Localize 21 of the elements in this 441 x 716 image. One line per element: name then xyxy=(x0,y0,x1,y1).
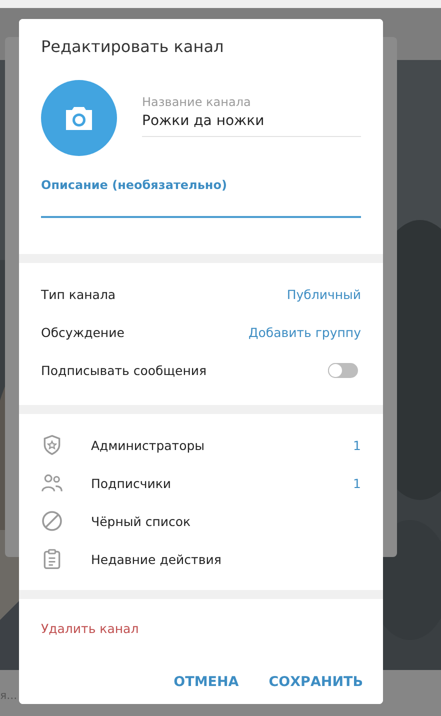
people-icon xyxy=(41,472,63,494)
setting-link[interactable]: Публичный xyxy=(286,286,361,302)
description-field[interactable]: Описание (необязательно) xyxy=(41,178,361,218)
toggle-switch[interactable] xyxy=(328,362,358,378)
setting-label: Подписывать сообщения xyxy=(41,362,207,378)
setting-label: Обсуждение xyxy=(41,324,124,340)
clipboard-icon xyxy=(41,548,63,570)
delete-channel-link[interactable]: Удалить канал xyxy=(41,621,139,636)
dialog-title: Редактировать канал xyxy=(41,37,225,56)
dialog-action-button[interactable]: ОТМЕНА xyxy=(174,674,239,690)
member-list-item[interactable]: Подписчики 1 xyxy=(41,464,361,502)
setting-label: Тип канала xyxy=(41,286,116,302)
dialog-action-button[interactable]: СОХРАНИТЬ xyxy=(268,674,363,690)
member-list-item[interactable]: Администраторы 1 xyxy=(41,426,361,464)
member-list-item[interactable]: Недавние действия xyxy=(41,540,361,578)
channel-name-field[interactable]: Название канала Рожки да ножки xyxy=(142,95,361,137)
setting-link[interactable]: Добавить группу xyxy=(248,324,361,340)
ban-icon xyxy=(41,510,63,532)
member-list-item[interactable]: Чёрный список xyxy=(41,502,361,540)
camera-icon xyxy=(64,105,94,131)
shield-star-icon xyxy=(41,434,63,456)
